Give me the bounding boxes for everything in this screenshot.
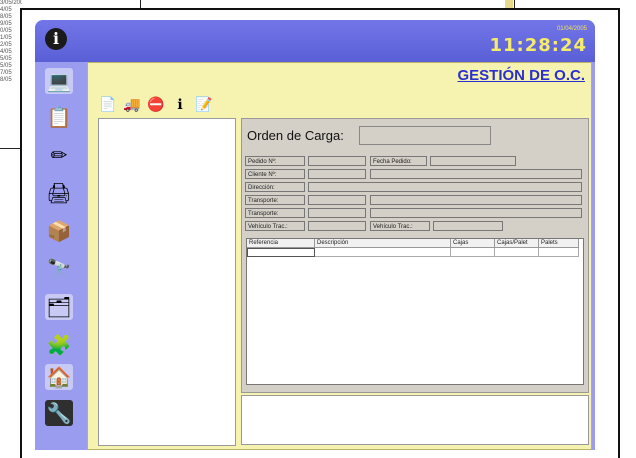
- stop-icon[interactable]: ⛔: [146, 94, 166, 114]
- pedido-field[interactable]: [308, 156, 366, 166]
- sidebar-item-binoculars[interactable]: 🔭: [45, 256, 73, 282]
- table-cell[interactable]: [247, 248, 315, 257]
- header-clock: 11:28:24: [489, 35, 587, 56]
- bg-date: 8/05: [0, 77, 12, 83]
- bg-date: 7/05: [0, 70, 12, 76]
- fecha-label: Fecha Pedido:: [370, 156, 427, 166]
- bg-date: 8/05: [0, 14, 12, 20]
- sidebar-item-clipboard[interactable]: 📋: [45, 104, 73, 130]
- cliente-name-field[interactable]: [370, 169, 582, 179]
- info-button[interactable]: i: [45, 28, 67, 50]
- edit-doc-icon[interactable]: 📝: [194, 94, 214, 114]
- sidebar: 💻 📋 ✏ 🖨 📦 🔭 🗂 🧩 🏠 🔧: [35, 62, 83, 450]
- vehiculo-label: Vehículo Trac.:: [245, 221, 305, 231]
- transporte-name-field[interactable]: [370, 195, 582, 205]
- transporte-code-field-2[interactable]: [308, 208, 366, 218]
- order-label: Orden de Carga:: [247, 128, 344, 143]
- order-detail-panel: Orden de Carga: Pedido Nº: Fecha Pedido:…: [241, 118, 589, 393]
- direccion-label: Dirección:: [245, 182, 305, 192]
- bg-date: 5/05: [0, 56, 12, 62]
- table-cell[interactable]: [451, 248, 495, 257]
- order-list[interactable]: [98, 118, 236, 446]
- bg-date: 2/05: [0, 42, 12, 48]
- column-header[interactable]: Palets: [539, 239, 579, 248]
- vehiculo-label: Vehículo Trac.:: [370, 221, 430, 231]
- tools-icon: 🔧: [46, 402, 72, 425]
- bg-date: 1/05: [0, 35, 12, 41]
- vehiculo-field[interactable]: [308, 221, 366, 231]
- cliente-field[interactable]: [308, 169, 366, 179]
- page-title: GESTIÓN DE O.C.: [457, 67, 585, 84]
- sidebar-item-printer[interactable]: 🖨: [45, 180, 73, 206]
- sidebar-item-boxes[interactable]: 📦: [45, 218, 73, 244]
- order-number-field[interactable]: [359, 126, 491, 145]
- column-header[interactable]: Descripción: [315, 239, 451, 248]
- bg-date: 5/05: [0, 63, 12, 69]
- direccion-field[interactable]: [308, 182, 582, 192]
- order-lines-table[interactable]: Referencia Descripción Cajas Cajas/Palet…: [246, 238, 584, 385]
- bg-date: 3/05/2004: [0, 0, 22, 6]
- bg-date: 0/05: [0, 28, 12, 34]
- home-icon: 🏠: [46, 366, 72, 389]
- new-doc-icon[interactable]: 📄: [98, 94, 118, 114]
- header-date: 01/04/2005: [556, 26, 587, 32]
- toolbar: 📄 🚚 ⛔ ℹ 📝: [98, 94, 214, 114]
- computers-icon: 💻: [46, 70, 72, 93]
- printer-icon: 🖨: [46, 182, 72, 205]
- cliente-label: Cliente Nº:: [245, 169, 305, 179]
- boxes-icon: 📦: [46, 220, 72, 243]
- app-frame: i 01/04/2005 11:28:24 💻 📋 ✏ 🖨 📦 🔭 🗂 🧩 🏠 …: [35, 20, 595, 450]
- bg-date: 4/05: [0, 49, 12, 55]
- top-bar: i 01/04/2005 11:28:24: [35, 20, 595, 62]
- column-header[interactable]: Cajas/Palet: [495, 239, 539, 248]
- puzzle-icon: 🧩: [46, 334, 72, 357]
- transporte-label: Transporte:: [245, 208, 305, 218]
- bg-divider: [0, 148, 22, 149]
- sidebar-item-home[interactable]: 🏠: [45, 364, 73, 390]
- table-cell[interactable]: [495, 248, 539, 257]
- notes-area[interactable]: [241, 395, 589, 445]
- transporte-name-field-2[interactable]: [370, 208, 582, 218]
- sidebar-item-pencil[interactable]: ✏: [45, 142, 73, 168]
- background-date-list: 3/05/2004 4/05 8/05 9/05 0/05 1/05 2/05 …: [0, 0, 22, 84]
- info-icon[interactable]: ℹ: [170, 94, 190, 114]
- clipboard-icon: 📋: [46, 106, 72, 129]
- network-icon: 🗂: [46, 296, 72, 319]
- binoculars-icon: 🔭: [46, 258, 72, 281]
- sidebar-item-puzzle[interactable]: 🧩: [45, 332, 73, 358]
- bg-date: 4/05: [0, 7, 12, 13]
- transporte-code-field[interactable]: [308, 195, 366, 205]
- fecha-field[interactable]: [430, 156, 516, 166]
- main-content: GESTIÓN DE O.C. 📄 🚚 ⛔ ℹ 📝 Orden de Carga…: [87, 62, 592, 450]
- table-cell[interactable]: [539, 248, 579, 257]
- bg-date: 9/05: [0, 21, 12, 27]
- pencil-icon: ✏: [50, 144, 68, 167]
- transporte-label: Transporte:: [245, 195, 305, 205]
- sidebar-item-tools[interactable]: 🔧: [45, 400, 73, 426]
- sidebar-item-network[interactable]: 🗂: [45, 294, 73, 320]
- vehiculo-field-2[interactable]: [433, 221, 503, 231]
- table-cell[interactable]: [315, 248, 451, 257]
- sidebar-item-computers[interactable]: 💻: [45, 68, 73, 94]
- pedido-label: Pedido Nº:: [245, 156, 305, 166]
- truck-icon[interactable]: 🚚: [122, 94, 142, 114]
- column-header[interactable]: Cajas: [451, 239, 495, 248]
- column-header[interactable]: Referencia: [247, 239, 315, 248]
